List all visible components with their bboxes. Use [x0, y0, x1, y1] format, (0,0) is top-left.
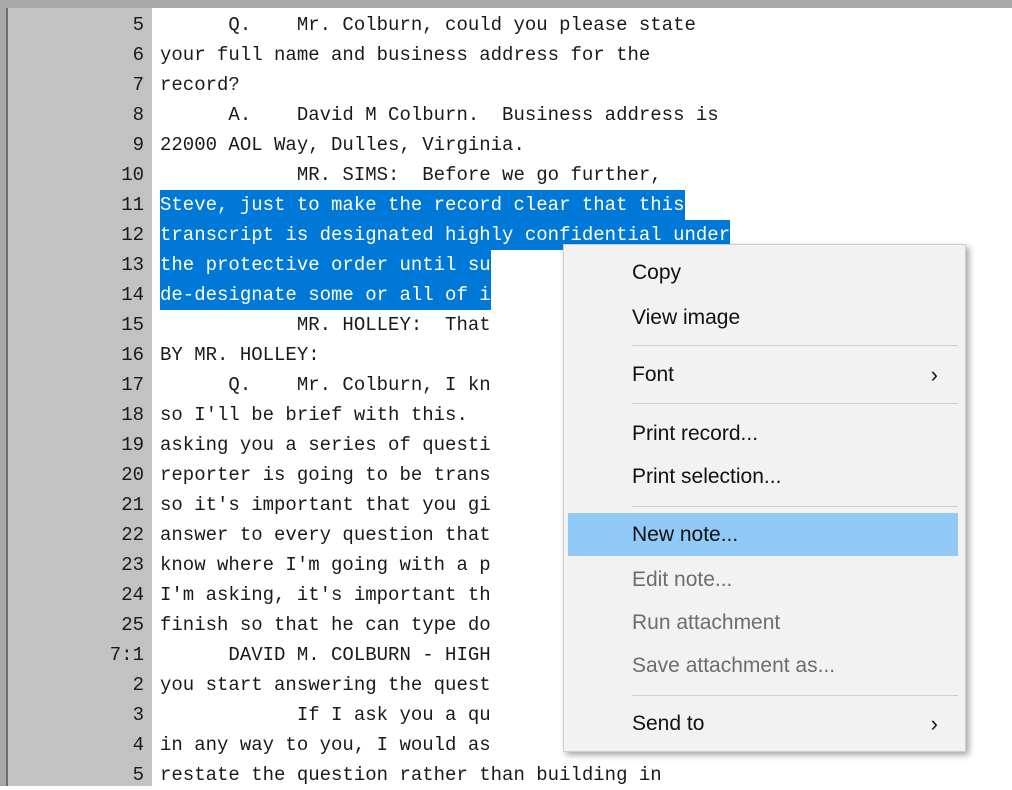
transcript-line-selected[interactable]: Steve, just to make the record clear tha…	[160, 190, 685, 220]
chevron-right-icon: ›	[930, 711, 938, 736]
transcript-line[interactable]: answer to every question that	[160, 520, 491, 550]
line-number: 24	[121, 584, 144, 606]
line-number-gutter: 5 6 7 8 9 10 11 12 13 14 15 16 17 18 19 …	[8, 8, 152, 786]
menu-item-save-attachment-as[interactable]: Save attachment as...	[568, 644, 958, 687]
line-number: 17	[121, 374, 144, 396]
menu-item-label: Copy	[632, 261, 682, 284]
window-frame-top	[0, 0, 1012, 8]
line-number: 9	[132, 134, 144, 156]
transcript-line[interactable]: 22000 AOL Way, Dulles, Virginia.	[160, 130, 525, 160]
transcript-line[interactable]: so it's important that you gi	[160, 490, 491, 520]
transcript-line[interactable]: Q. Mr. Colburn, could you please state	[160, 10, 695, 40]
menu-item-edit-note[interactable]: Edit note...	[568, 558, 958, 601]
line-number: 11	[121, 194, 144, 216]
line-number: 10	[121, 164, 144, 186]
line-number: 7:1	[109, 644, 144, 666]
transcript-line[interactable]: so I'll be brief with this.	[160, 400, 468, 430]
menu-item-label: Save attachment as...	[632, 654, 836, 677]
menu-separator	[632, 695, 958, 696]
menu-item-view-image[interactable]: View image	[568, 296, 958, 339]
line-number: 14	[121, 284, 144, 306]
menu-item-copy[interactable]: Copy	[568, 251, 958, 294]
transcript-line[interactable]: Q. Mr. Colburn, I kn	[160, 370, 490, 400]
menu-item-send-to[interactable]: Send to ›	[568, 702, 958, 745]
line-number: 5	[132, 14, 144, 36]
line-number: 22	[121, 524, 144, 546]
transcript-line-selected[interactable]: the protective order until su	[160, 250, 491, 280]
line-number: 13	[121, 254, 144, 276]
line-number: 23	[121, 554, 144, 576]
transcript-line[interactable]: you start answering the quest	[160, 670, 491, 700]
transcript-line[interactable]: your full name and business address for …	[160, 40, 650, 70]
menu-separator	[632, 345, 958, 346]
menu-item-label: View image	[632, 306, 741, 329]
transcript-line[interactable]: in any way to you, I would as	[160, 730, 491, 760]
chevron-right-icon: ›	[930, 362, 938, 387]
transcript-line[interactable]: asking you a series of questi	[160, 430, 491, 460]
line-number: 3	[132, 704, 144, 726]
transcript-line-selected[interactable]: de-designate some or all of i	[160, 280, 491, 310]
menu-item-label: Edit note...	[632, 568, 733, 591]
transcript-line[interactable]: reporter is going to be trans	[160, 460, 491, 490]
menu-item-label: New note...	[632, 523, 739, 546]
transcript-line[interactable]: know where I'm going with a p	[160, 550, 491, 580]
menu-item-label: Print selection...	[632, 465, 782, 488]
line-number: 16	[121, 344, 144, 366]
menu-item-print-selection[interactable]: Print selection...	[568, 455, 958, 498]
line-number: 19	[121, 434, 144, 456]
menu-item-label: Font	[632, 363, 675, 386]
menu-separator	[632, 506, 958, 507]
menu-item-label: Print record...	[632, 422, 759, 445]
line-number: 2	[132, 674, 144, 696]
context-menu: Copy View image Font › Print record... P…	[563, 244, 966, 752]
menu-item-print-record[interactable]: Print record...	[568, 412, 958, 455]
line-number: 7	[132, 74, 144, 96]
transcript-line[interactable]: finish so that he can type do	[160, 610, 491, 640]
transcript-line[interactable]: A. David M Colburn. Business address is	[160, 100, 718, 130]
menu-item-label: Send to	[632, 712, 705, 735]
menu-separator	[632, 403, 958, 404]
transcript-line[interactable]: MR. HOLLEY: That	[160, 310, 491, 340]
line-number: 4	[132, 734, 144, 756]
line-number: 25	[121, 614, 144, 636]
transcript-line[interactable]: MR. SIMS: Before we go further,	[160, 160, 662, 190]
menu-item-new-note[interactable]: New note...	[568, 513, 958, 556]
transcript-line[interactable]: DAVID M. COLBURN - HIGH	[160, 640, 490, 670]
transcript-line[interactable]: record?	[160, 70, 240, 100]
line-number: 6	[132, 44, 144, 66]
menu-item-label: Run attachment	[632, 611, 781, 634]
menu-item-run-attachment[interactable]: Run attachment	[568, 601, 958, 644]
line-number: 21	[121, 494, 144, 516]
line-number: 15	[121, 314, 144, 336]
line-number: 8	[132, 104, 144, 126]
line-number: 18	[121, 404, 144, 426]
transcript-line[interactable]: If I ask you a qu	[160, 700, 491, 730]
transcript-line[interactable]: BY MR. HOLLEY:	[160, 340, 320, 370]
line-number: 20	[121, 464, 144, 486]
line-number: 12	[121, 224, 144, 246]
menu-item-font[interactable]: Font ›	[568, 353, 958, 396]
transcript-line[interactable]: I'm asking, it's important th	[160, 580, 491, 610]
